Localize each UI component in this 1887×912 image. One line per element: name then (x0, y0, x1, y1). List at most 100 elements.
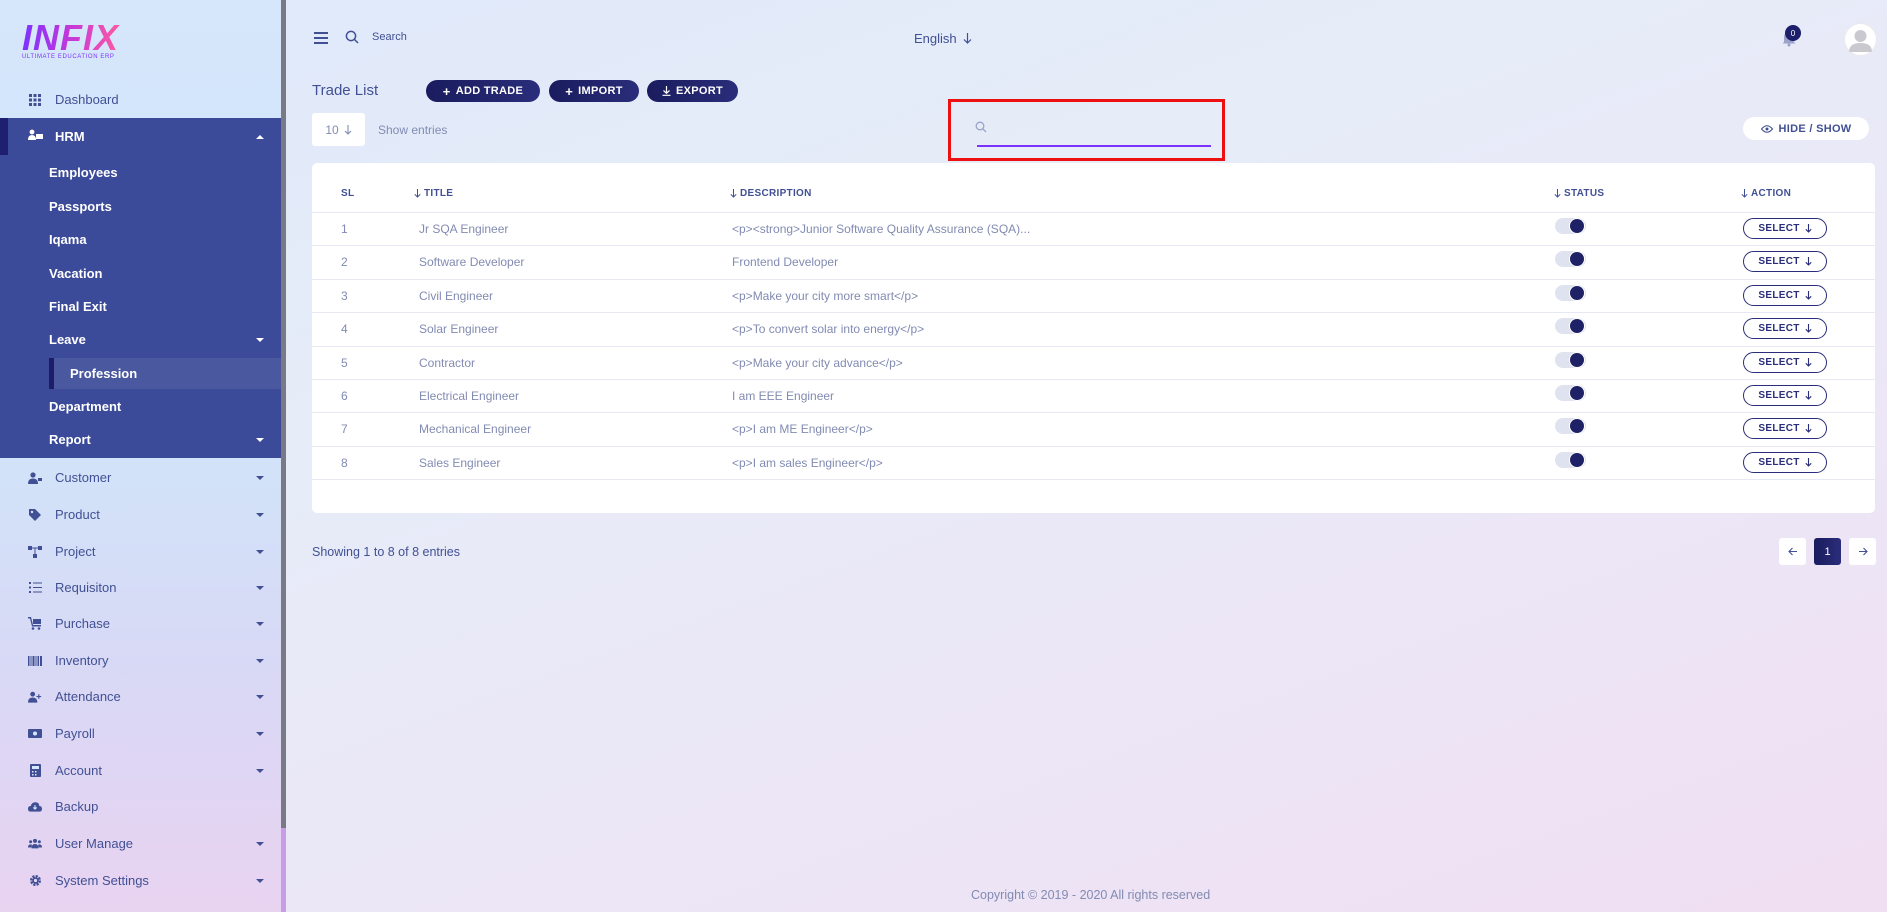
arrow-down-icon (1805, 457, 1812, 467)
sidebar-item-label: Product (55, 507, 100, 522)
sidebar-item-account[interactable]: Account (0, 752, 281, 789)
sidebar-item-department[interactable]: Department (0, 390, 281, 423)
chevron-down-icon (256, 585, 264, 590)
avatar[interactable] (1844, 23, 1877, 56)
sidebar-item-payroll[interactable]: Payroll (0, 715, 281, 752)
sidebar-item-purchase[interactable]: Purchase (0, 605, 281, 642)
chevron-down-icon (256, 512, 264, 517)
chevron-down-icon (256, 437, 264, 442)
column-header-title[interactable]: TITLE (414, 188, 453, 199)
previous-page-button[interactable] (1779, 538, 1806, 565)
sidebar-item-iqama[interactable]: Iqama (0, 223, 281, 256)
chevron-down-icon (256, 337, 264, 342)
sidebar-item-report[interactable]: Report (0, 423, 281, 456)
sidebar-item-label: Profession (70, 366, 138, 381)
next-page-button[interactable] (1849, 538, 1876, 565)
search-icon (975, 120, 987, 138)
select-action-button[interactable]: SELECT (1743, 385, 1827, 406)
status-toggle[interactable] (1555, 318, 1586, 335)
cart-icon (28, 617, 42, 631)
eye-icon (1760, 124, 1773, 133)
column-header-status[interactable]: STATUS (1554, 188, 1604, 199)
sidebar-item-user-manage[interactable]: User Manage (0, 825, 281, 862)
pagination-info: Showing 1 to 8 of 8 entries (312, 545, 461, 559)
arrow-down-icon (963, 33, 972, 44)
sidebar-item-leave[interactable]: Leave (0, 323, 281, 356)
sidebar-item-vacation[interactable]: Vacation (0, 257, 281, 290)
arrow-down-icon (1805, 391, 1812, 400)
select-action-button[interactable]: SELECT (1743, 318, 1827, 340)
header-search-input[interactable] (372, 27, 512, 47)
sidebar-item-final-exit[interactable]: Final Exit (0, 290, 281, 323)
project-icon (28, 545, 42, 559)
cell-sl: 7 (341, 422, 348, 437)
select-action-button[interactable]: SELECT (1743, 218, 1827, 239)
hrm-icon (28, 129, 44, 144)
sidebar-item-customer[interactable]: Customer (0, 459, 281, 496)
sidebar-item-inventory[interactable]: Inventory (0, 642, 281, 679)
status-toggle[interactable] (1555, 284, 1586, 301)
toggle-knob (1570, 352, 1584, 367)
sidebar-item-label: Passports (49, 199, 112, 214)
sidebar-item-hrm[interactable]: HRM (0, 118, 281, 155)
export-button[interactable]: EXPORT (647, 80, 738, 102)
dashboard-icon (28, 93, 42, 107)
row-divider (312, 479, 1875, 481)
sidebar-item-system-settings[interactable]: System Settings (0, 862, 281, 899)
column-header-label: DESCRIPTION (740, 188, 812, 199)
arrow-down-icon (1805, 290, 1812, 300)
cell-sl: 6 (341, 389, 348, 403)
language-selector[interactable]: English (914, 31, 972, 46)
sidebar-item-dashboard[interactable]: Dashboard (0, 81, 281, 118)
status-toggle[interactable] (1555, 351, 1586, 368)
add-trade-button[interactable]: + ADD TRADE (426, 80, 540, 102)
cell-description: <p>To convert solar into energy</p> (732, 322, 925, 337)
column-header-sl[interactable]: SL (341, 188, 354, 199)
show-entries-label: Show entries (378, 123, 448, 137)
status-toggle[interactable] (1555, 218, 1586, 234)
sidebar-item-label: Attendance (55, 689, 121, 704)
sidebar-scrollbar[interactable] (281, 0, 286, 828)
row-divider (312, 412, 1875, 414)
page-1-button[interactable]: 1 (1814, 538, 1841, 565)
import-button[interactable]: + IMPORT (549, 80, 639, 102)
sidebar-item-label: System Settings (55, 873, 149, 888)
hide-show-columns-button[interactable]: HIDE / SHOW (1743, 117, 1869, 140)
sidebar-item-label: Leave (49, 332, 86, 347)
logo[interactable]: INFIX ULTIMATE EDUCATION ERP (22, 20, 122, 62)
select-action-button[interactable]: SELECT (1743, 451, 1827, 473)
select-label: SELECT (1758, 390, 1800, 401)
status-toggle[interactable] (1555, 418, 1586, 435)
select-action-button[interactable]: SELECT (1743, 351, 1827, 373)
chevron-down-icon (256, 768, 264, 773)
sidebar-item-project[interactable]: Project (0, 533, 281, 570)
status-toggle[interactable] (1555, 385, 1586, 401)
sidebar-item-backup[interactable]: Backup (0, 788, 281, 825)
sidebar-item-attendance[interactable]: Attendance (0, 678, 281, 715)
chevron-up-icon (256, 134, 264, 139)
sidebar-item-passports[interactable]: Passports (0, 190, 281, 223)
sort-arrow-icon (1741, 189, 1748, 198)
cell-sl: 5 (341, 355, 348, 370)
download-icon (662, 86, 671, 96)
sidebar-item-product[interactable]: Product (0, 496, 281, 533)
sidebar-item-label: Requisiton (55, 580, 117, 595)
sidebar-item-profession[interactable]: Profession (0, 358, 281, 389)
column-header-description[interactable]: DESCRIPTION (730, 188, 812, 199)
cell-title: Electrical Engineer (419, 389, 520, 403)
sidebar-item-requisiton[interactable]: Requisiton (0, 569, 281, 606)
status-toggle[interactable] (1555, 251, 1586, 268)
table-search-input[interactable] (977, 116, 1211, 147)
entries-per-page-select[interactable]: 10 (312, 113, 365, 146)
sidebar-item-label: Payroll (55, 726, 95, 741)
select-action-button[interactable]: SELECT (1743, 284, 1827, 306)
status-toggle[interactable] (1555, 451, 1586, 468)
select-action-button[interactable]: SELECT (1743, 251, 1827, 273)
sidebar-item-employees[interactable]: Employees (0, 156, 281, 189)
menu-toggle-icon[interactable] (314, 32, 328, 44)
sidebar-item-label: User Manage (55, 836, 134, 851)
column-header-action[interactable]: ACTION (1741, 188, 1791, 199)
cell-description: Frontend Developer (732, 255, 839, 270)
toggle-knob (1570, 319, 1584, 334)
select-action-button[interactable]: SELECT (1743, 418, 1827, 440)
